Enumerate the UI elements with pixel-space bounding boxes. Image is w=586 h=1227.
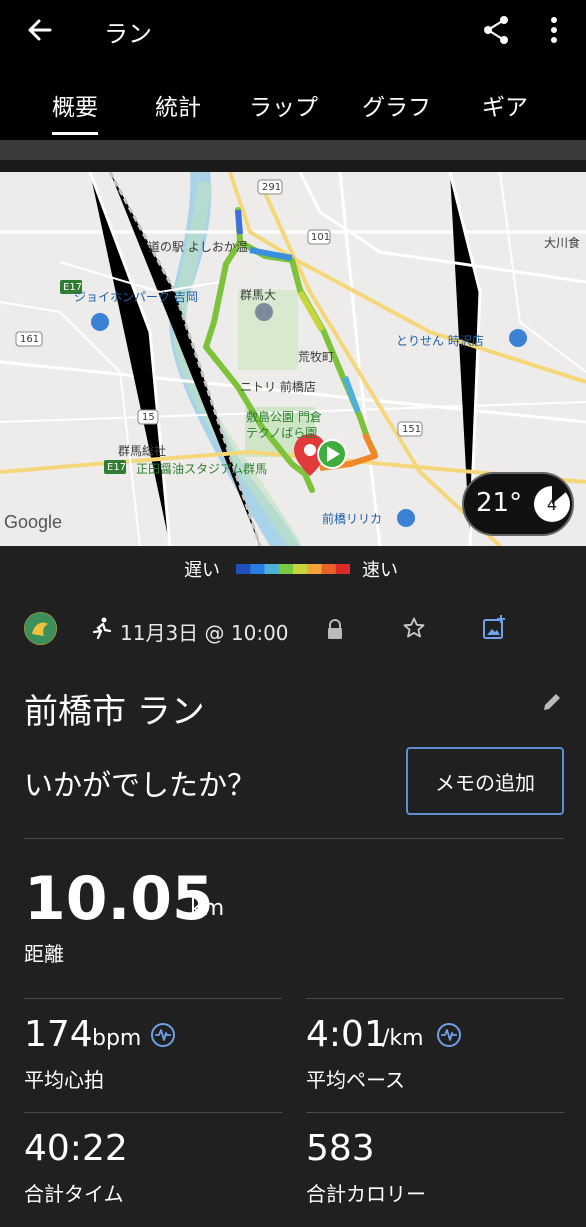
weather-badge[interactable]: 21° 4 bbox=[462, 472, 574, 536]
stat-divider bbox=[24, 1112, 282, 1113]
legend-segment bbox=[278, 564, 294, 574]
road-291: 291 bbox=[262, 182, 282, 193]
legend-gradient bbox=[236, 564, 350, 574]
share-icon[interactable] bbox=[478, 12, 514, 48]
heart-rate-unit: bpm bbox=[92, 1026, 142, 1051]
road-e17-b: E17 bbox=[107, 462, 127, 473]
map-label-oogawa: 大川食 bbox=[544, 236, 581, 250]
map-label-toriten: とりせん 時沢店 bbox=[396, 334, 484, 348]
more-options-icon[interactable] bbox=[540, 12, 568, 48]
pace-zone-icon[interactable] bbox=[436, 1022, 462, 1048]
legend-segment bbox=[236, 564, 251, 574]
heart-rate-zone-icon[interactable] bbox=[150, 1022, 176, 1048]
map-label-joyhon: ジョイホンパーク 吉岡 bbox=[74, 290, 198, 304]
running-icon bbox=[92, 617, 112, 640]
pace-label: 平均ペース bbox=[306, 1068, 405, 1092]
legend-segment bbox=[250, 564, 265, 574]
tab-bar: 概要 統計 ラップ グラフ ギア bbox=[0, 60, 586, 140]
stat-divider bbox=[24, 998, 282, 999]
page-title: ラン bbox=[104, 20, 152, 48]
distance-value: 10.05 bbox=[24, 864, 214, 934]
calories-value: 583 bbox=[306, 1128, 375, 1169]
map-label-nitori: ニトリ 前橋店 bbox=[240, 380, 316, 394]
legend-segment bbox=[321, 564, 337, 574]
tab-stats[interactable]: 統計 bbox=[155, 88, 201, 122]
calories-label: 合計カロリー bbox=[306, 1182, 426, 1206]
map-label-gunmasogo: 群馬総社 bbox=[118, 444, 167, 458]
star-icon[interactable] bbox=[402, 616, 426, 640]
header-gap bbox=[0, 160, 586, 172]
back-arrow-icon[interactable] bbox=[22, 12, 58, 48]
total-time-label: 合計タイム bbox=[24, 1182, 124, 1206]
tab-gear[interactable]: ギア bbox=[482, 88, 528, 122]
distance-label: 距離 bbox=[24, 942, 64, 966]
edit-pencil-icon[interactable] bbox=[540, 690, 564, 714]
section-divider bbox=[24, 838, 564, 839]
pace-value: 4:01 bbox=[306, 1014, 387, 1055]
stat-divider bbox=[306, 1112, 564, 1113]
legend-segment bbox=[293, 564, 308, 574]
route-map[interactable]: 道の駅 よしおか温 ジョイホンパーク 吉岡 群馬大 荒牧町 ニトリ 前橋店 敷島… bbox=[0, 172, 586, 546]
legend-segment bbox=[335, 564, 350, 574]
map-label-shikishima: 敷島公園 門倉 bbox=[246, 410, 322, 424]
legend-segment bbox=[307, 564, 322, 574]
activity-date: 11月3日 @ 10:00 bbox=[120, 621, 289, 645]
map-label-shoda: 正田醤油スタジアム群馬 bbox=[136, 462, 268, 476]
lock-icon[interactable] bbox=[326, 618, 344, 640]
header-divider bbox=[0, 140, 586, 160]
heart-rate-value: 174 bbox=[24, 1014, 93, 1055]
distance-unit: km bbox=[190, 896, 225, 921]
pace-unit: /km bbox=[382, 1026, 424, 1051]
map-label-michinoeki: 道の駅 よしおか温 bbox=[148, 240, 248, 254]
legend-slow: 遅い bbox=[184, 560, 220, 581]
app-bar: ラン bbox=[0, 0, 586, 60]
map-label-aramaki: 荒牧町 bbox=[298, 350, 335, 364]
wind-value: 4 bbox=[547, 495, 557, 514]
map-label-maebashi-riri: 前橋リリカ bbox=[322, 512, 383, 526]
add-memo-button[interactable]: メモの追加 bbox=[406, 747, 564, 815]
total-time-value: 40:22 bbox=[24, 1128, 128, 1169]
add-photo-icon[interactable] bbox=[482, 614, 506, 640]
road-101: 101 bbox=[311, 232, 331, 243]
feedback-question: いかがでしたか？ bbox=[24, 768, 257, 802]
tab-laps[interactable]: ラップ bbox=[249, 88, 318, 122]
map-label-gunmadai: 群馬大 bbox=[240, 288, 277, 302]
weather-temp: 21° bbox=[476, 488, 523, 518]
wind-icon: 4 bbox=[534, 485, 570, 522]
tab-overview[interactable]: 概要 bbox=[52, 88, 98, 135]
road-e17-a: E17 bbox=[63, 282, 83, 293]
activity-title: 前橋市 ラン bbox=[24, 692, 205, 732]
avatar[interactable] bbox=[24, 612, 57, 645]
legend-segment bbox=[264, 564, 280, 574]
tab-graph[interactable]: グラフ bbox=[362, 88, 431, 122]
google-logo: Google bbox=[4, 512, 63, 532]
road-151: 151 bbox=[402, 424, 422, 435]
heart-rate-label: 平均心拍 bbox=[24, 1068, 104, 1092]
stat-divider bbox=[306, 998, 564, 999]
road-161: 161 bbox=[20, 334, 40, 345]
legend-fast: 速い bbox=[362, 560, 398, 581]
road-15: 15 bbox=[142, 412, 155, 423]
pace-legend: 遅い 速い bbox=[0, 546, 586, 590]
map-label-bara: テクノばら園 bbox=[246, 426, 318, 440]
